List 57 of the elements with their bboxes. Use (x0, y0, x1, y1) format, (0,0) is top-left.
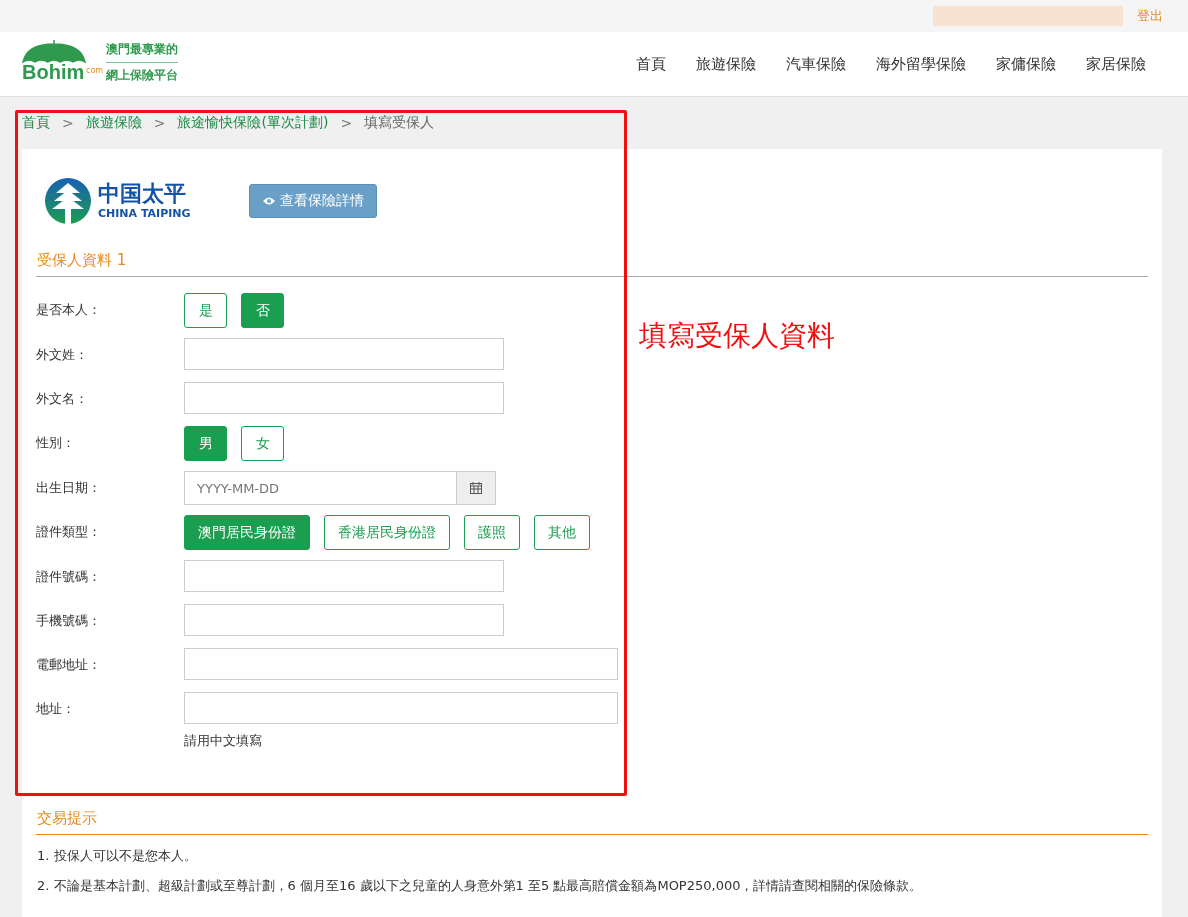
option-button[interactable]: 男 (184, 426, 227, 461)
input-field[interactable] (184, 648, 618, 680)
section-title: 交易提示 (36, 809, 1148, 835)
field-label: 手機號碼： (36, 612, 102, 630)
calendar-icon (470, 482, 482, 494)
input-field[interactable] (184, 338, 504, 370)
logout-link[interactable]: 登出 (1137, 7, 1163, 25)
tip-text: 1. 投保人可以不是您本人。 (37, 847, 198, 865)
input-field[interactable] (184, 692, 618, 724)
nav-link[interactable]: 海外留學保險 (876, 54, 966, 74)
logo-slogan: 網上保險平台 (106, 62, 178, 84)
field-label: 證件號碼： (36, 568, 102, 586)
field-label: 電郵地址： (36, 656, 102, 674)
input-field[interactable] (184, 604, 504, 636)
field-label: 是否本人： (36, 301, 102, 319)
breadcrumb-separator: > (62, 115, 74, 131)
view-details-button[interactable]: 查看保險詳情 (248, 184, 377, 218)
option-button[interactable]: 澳門居民身份證 (184, 515, 310, 550)
field-label: 證件類型： (36, 523, 102, 541)
umbrella-logo-icon (22, 39, 86, 63)
breadcrumb-current: 填寫受保人 (364, 114, 435, 132)
calendar-button[interactable] (457, 471, 496, 505)
nav-link[interactable]: 旅遊保險 (696, 54, 756, 74)
insurer-name-english: CHINA TAIPING (98, 206, 191, 220)
section-title: 受保人資料 1 (36, 231, 1148, 277)
tree-logo-icon (44, 177, 92, 225)
field-label: 地址： (36, 700, 76, 718)
date-input-field[interactable]: YYYY-MM-DD (184, 471, 457, 505)
option-button[interactable]: 香港居民身份證 (324, 515, 450, 550)
nav-link[interactable]: 家傭保險 (996, 54, 1056, 74)
insurer-name: 中国太平 (98, 182, 187, 207)
tip-text: 2. 不論是基本計劃、超級計劃或至尊計劃，6 個月至16 歲以下之兒童的人身意外第1 至5 點最高賠償金額為MOP250,000，詳情請查閱相關的保險條款。 (37, 877, 924, 895)
breadcrumb-link[interactable]: 旅遊保險 (85, 114, 142, 132)
nav-link[interactable]: 首頁 (636, 54, 666, 74)
input-field[interactable] (184, 560, 504, 592)
breadcrumb-link[interactable]: 旅途愉快保險(單次計劃) (177, 114, 329, 132)
eye-icon (261, 196, 276, 206)
logo-slogan: 澳門最專業的 (106, 41, 178, 58)
option-button[interactable]: 是 (184, 293, 227, 328)
logo-wordmark: Bohim (22, 61, 85, 84)
breadcrumb-separator: > (340, 115, 353, 131)
option-button[interactable]: 女 (241, 426, 284, 461)
field-hint: 請用中文填寫 (184, 732, 263, 750)
breadcrumb-separator: > (153, 115, 166, 131)
nav-link[interactable]: 汽車保險 (786, 54, 846, 74)
logo-dot-com: com (86, 66, 104, 75)
field-label: 出生日期： (36, 479, 102, 497)
option-button[interactable]: 其他 (534, 515, 590, 550)
breadcrumb-link[interactable]: 首頁 (22, 114, 50, 132)
field-label: 性別： (36, 434, 76, 452)
field-label: 外文名： (36, 390, 89, 408)
option-button[interactable]: 護照 (464, 515, 520, 550)
nav-link[interactable]: 家居保險 (1086, 54, 1146, 74)
option-button[interactable]: 否 (241, 293, 284, 328)
input-field[interactable] (184, 382, 504, 414)
field-label: 外文姓： (36, 346, 89, 364)
annotation-text: 填寫受保人資料 (639, 318, 835, 354)
